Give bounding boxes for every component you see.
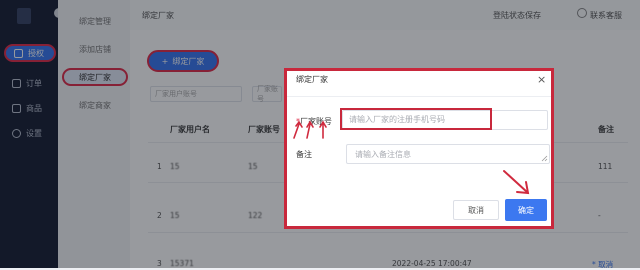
remark-placeholder: 请输入备注信息 bbox=[355, 150, 411, 159]
annotation-arrow-confirm bbox=[503, 170, 530, 195]
close-icon[interactable]: × bbox=[537, 73, 546, 86]
annotation-arrows bbox=[293, 120, 327, 139]
vendor-account-placeholder: 请输入厂家的注册手机号码 bbox=[349, 115, 445, 124]
resize-handle-icon[interactable] bbox=[541, 155, 548, 162]
remark-label: 备注 bbox=[296, 150, 312, 159]
cancel-button[interactable]: 取消 bbox=[453, 200, 499, 220]
dialog-title: 绑定厂家 bbox=[296, 75, 328, 84]
confirm-button[interactable]: 确定 bbox=[505, 199, 547, 221]
dialog-divider bbox=[287, 96, 551, 97]
